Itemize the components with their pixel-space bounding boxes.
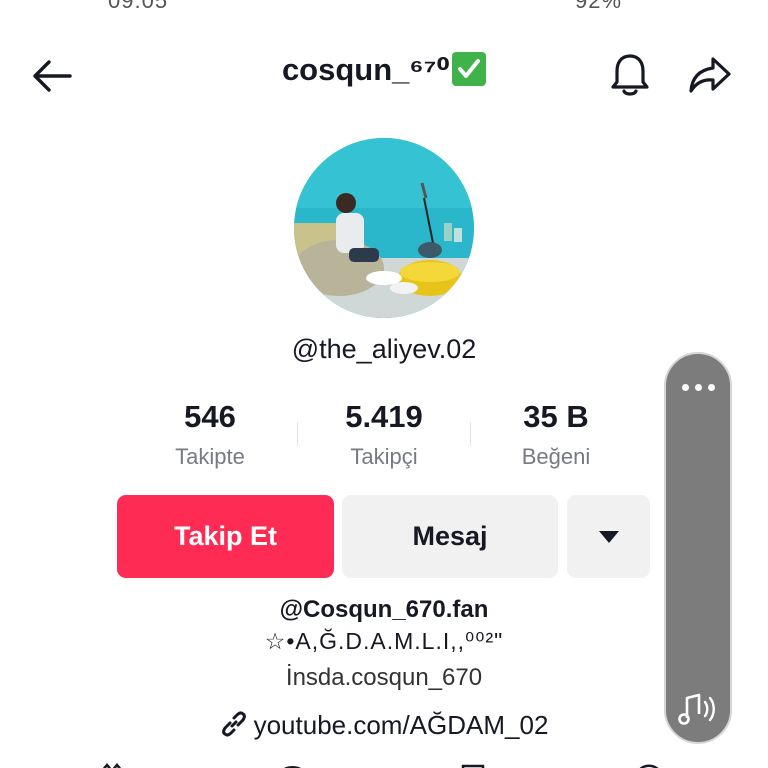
- reposts-tab-icon[interactable]: [280, 760, 306, 768]
- stat-likes[interactable]: 35 B Beğeni: [471, 398, 641, 472]
- stat-label: Takipçi: [350, 444, 418, 469]
- bio-link[interactable]: youtube.com/AĞDAM_02: [0, 710, 768, 741]
- profile-screen: 09:05 92% cosqun_⁶⁷⁰ @the_aliyev.02 546 …: [0, 0, 768, 768]
- green-check-emoji-icon: [452, 52, 487, 86]
- username-title: cosqun_⁶⁷⁰: [281, 52, 451, 87]
- dot: [707, 383, 715, 391]
- notification-bell-button[interactable]: [606, 50, 654, 100]
- follow-button[interactable]: Takip Et: [117, 495, 334, 578]
- stat-following[interactable]: 546 Takipte: [125, 398, 295, 472]
- message-button[interactable]: Mesaj: [342, 495, 558, 578]
- favorites-tab-icon[interactable]: [636, 760, 662, 768]
- dot: [694, 383, 702, 391]
- stat-followers[interactable]: 5.419 Takipçi: [299, 398, 469, 472]
- status-time: 09:05: [108, 0, 169, 13]
- videos-tab-icon[interactable]: [100, 760, 126, 768]
- stat-value: 35 B: [523, 399, 589, 434]
- bio-line: ☆•A,Ğ.D.A.M.L.I,,⁰⁰²": [264, 628, 504, 654]
- more-options-button[interactable]: [674, 372, 722, 402]
- profile-handle: @the_aliyev.02: [291, 334, 477, 364]
- status-battery: 92%: [575, 0, 623, 13]
- stat-value: 5.419: [345, 399, 423, 434]
- stat-value: 546: [184, 399, 236, 434]
- dot: [681, 383, 689, 391]
- floating-side-panel[interactable]: [664, 352, 732, 744]
- bio-line: İnsda.cosqun_670: [285, 664, 483, 691]
- stat-divider: [297, 422, 298, 446]
- music-note-sound-icon: [678, 693, 715, 725]
- bio-link-text[interactable]: youtube.com/AĞDAM_02: [254, 710, 549, 740]
- liked-tab-icon[interactable]: [460, 760, 486, 768]
- avatar[interactable]: [294, 138, 474, 318]
- caret-down-icon: [598, 530, 619, 543]
- stat-label: Beğeni: [521, 444, 591, 469]
- profile-photo: [294, 138, 474, 318]
- stat-label: Takipte: [175, 444, 245, 469]
- bio-line: @Cosqun_670.fan: [279, 596, 489, 623]
- suggested-accounts-button[interactable]: [567, 495, 650, 578]
- share-arrow-icon: [689, 57, 731, 93]
- sound-button[interactable]: [674, 690, 724, 730]
- link-icon: [221, 711, 246, 737]
- share-button[interactable]: [686, 52, 734, 98]
- bell-icon: [611, 54, 649, 96]
